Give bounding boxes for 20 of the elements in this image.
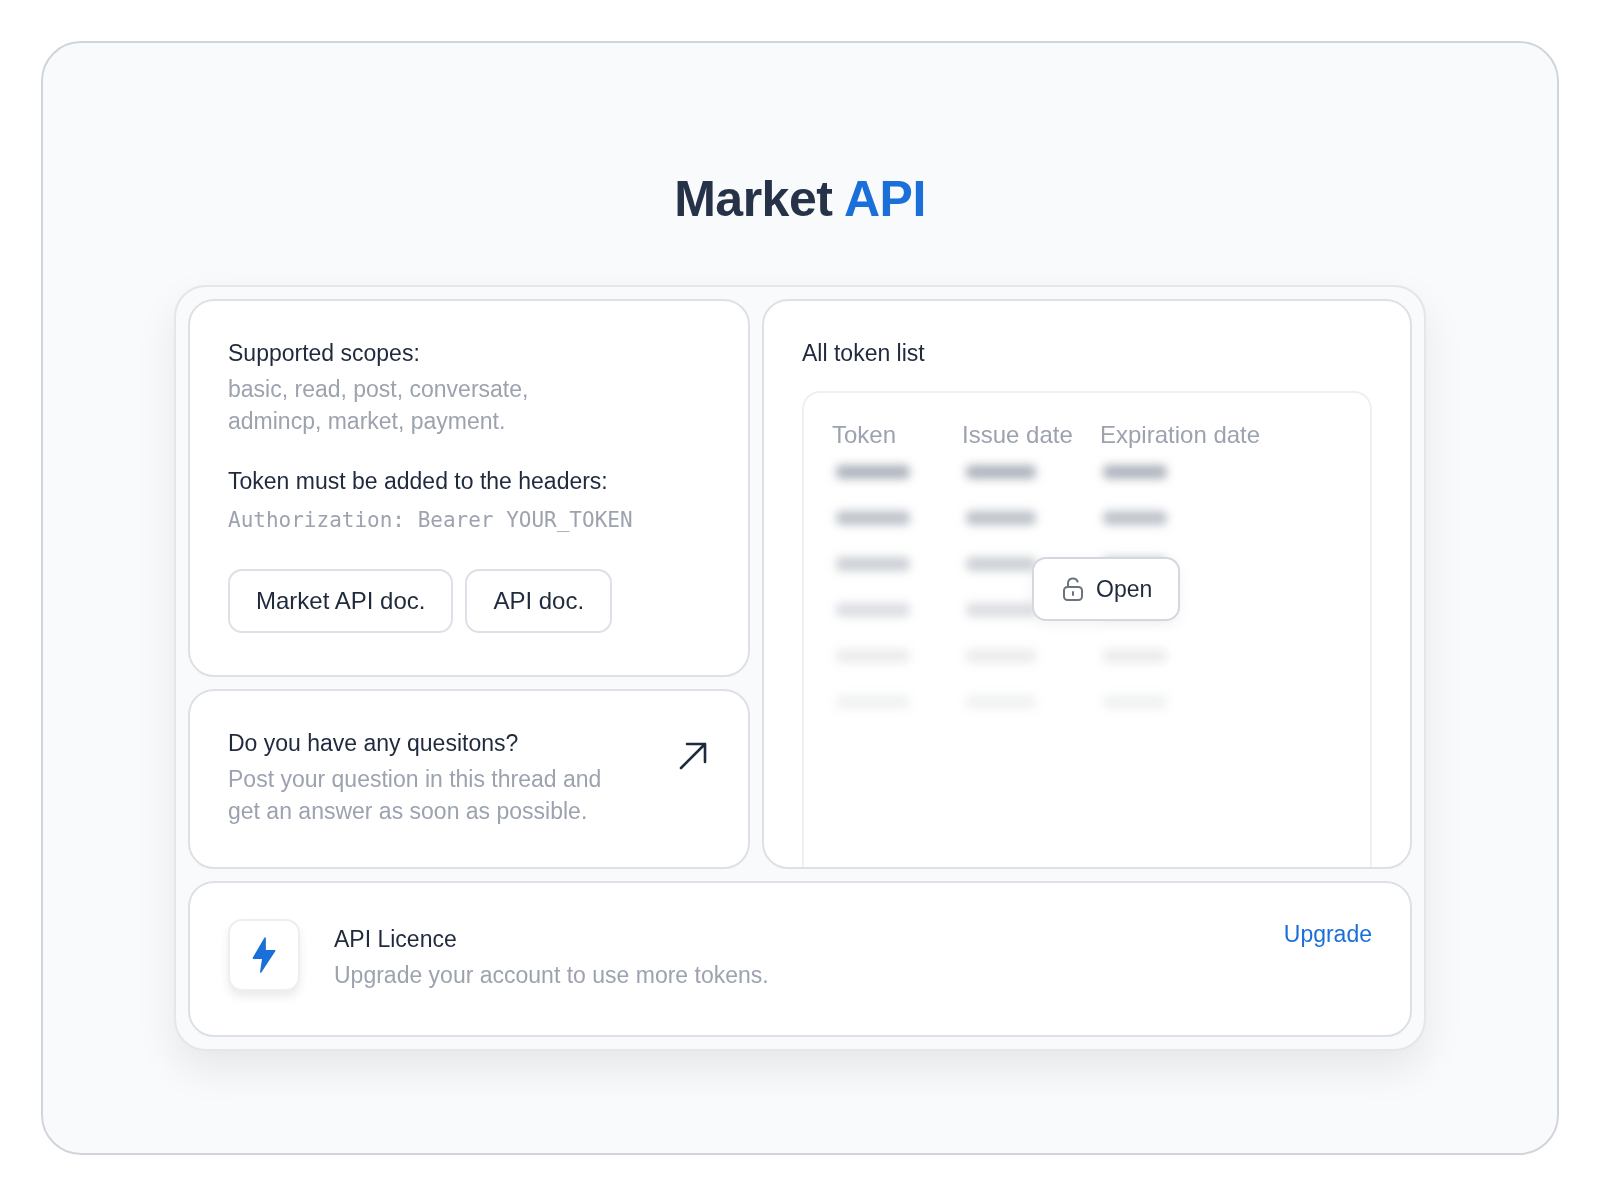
token-list-title: All token list	[802, 339, 926, 367]
scopes-label: Supported scopes:	[228, 339, 421, 367]
question-title: Do you have any quesitons?	[228, 729, 520, 757]
licence-text: Upgrade your account to use more tokens.	[334, 961, 770, 990]
doc-button[interactable]: API doc.	[465, 569, 613, 633]
question-text: Post your question in this thread and get an answer as soon as possible.	[228, 765, 602, 826]
open-button[interactable]: Open	[1032, 557, 1181, 621]
page-title: Market API	[674, 170, 926, 229]
column-header: Token	[832, 421, 898, 449]
column-header: Expiration date	[1100, 421, 1261, 449]
scopes-text: basic, read, post, conversate, admincp, market, payment.	[228, 375, 530, 436]
lightning-bolt-icon	[251, 937, 277, 973]
licence-title: API Licence	[334, 925, 458, 953]
column-header: Issue date	[962, 421, 1074, 449]
unlocked-padlock-icon	[1062, 577, 1084, 601]
doc-button[interactable]: Market API doc.	[228, 569, 454, 633]
header-code: Authorization: Bearer YOUR_TOKEN	[228, 507, 634, 534]
upgrade-link[interactable]: Upgrade	[1283, 921, 1372, 948]
arrow-up-right-icon[interactable]	[678, 741, 708, 771]
headers-label: Token must be added to the headers:	[228, 467, 609, 495]
